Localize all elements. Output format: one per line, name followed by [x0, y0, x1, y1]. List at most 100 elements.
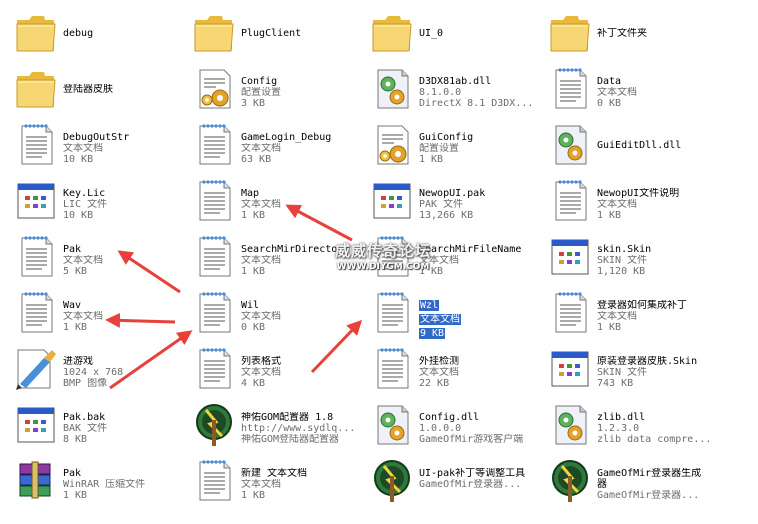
file-item[interactable]: GameLogin_Debug 文本文档 63 KB: [178, 120, 354, 174]
file-item[interactable]: PlugClient: [178, 8, 354, 62]
file-name: 原装登录器皮肤.Skin: [597, 356, 698, 367]
file-item-text: zlib.dll 1.2.3.0 zlib data compre...: [597, 412, 709, 445]
file-item[interactable]: skin.Skin SKIN 文件 1,120 KB: [534, 232, 710, 286]
file-item[interactable]: Wil 文本文档 0 KB: [178, 288, 354, 342]
file-item-text: Config.dll 1.0.0.0 GameOfMir游戏客户端: [419, 412, 531, 445]
file-item[interactable]: SearchMirDirectory 文本文档 1 KB: [178, 232, 354, 286]
file-icon-view: debug PlugClient UI_0 补丁文件夹登陆器皮肤 Config 配置设置 3…: [0, 0, 758, 524]
file-item[interactable]: UI-pak补丁等调整工具 GameOfMir登录器...: [356, 456, 532, 510]
file-item[interactable]: debug: [0, 8, 176, 62]
file-item[interactable]: 原装登录器皮肤.Skin SKIN 文件 743 KB: [534, 344, 710, 398]
file-type: 文本文档: [241, 199, 281, 210]
file-size: 22 KB: [419, 378, 450, 389]
file-type: 文本文档: [241, 479, 281, 490]
file-type: SKIN 文件: [597, 367, 648, 378]
app-exe-icon: [370, 456, 414, 504]
file-item[interactable]: 神佑GOM配置器 1.8 http://www.sydlq... 神佑GOM登陆器配…: [178, 400, 354, 454]
file-item[interactable]: Config 配置设置 3 KB: [178, 64, 354, 118]
file-item[interactable]: Wav 文本文档 1 KB: [0, 288, 176, 342]
file-size: 1 KB: [241, 490, 266, 501]
file-type: PAK 文件: [419, 199, 464, 210]
file-item[interactable]: 登录器如何集成补丁 文本文档 1 KB: [534, 288, 710, 342]
text-file-icon: [548, 64, 592, 112]
file-item-text: Wil 文本文档 0 KB: [241, 300, 353, 333]
file-item-text: 进游戏 1024 x 768 BMP 图像: [63, 356, 175, 389]
file-item[interactable]: Config.dll 1.0.0.0 GameOfMir游戏客户端: [356, 400, 532, 454]
file-item-text: SearchMirDirectory 文本文档 1 KB: [241, 244, 353, 277]
file-item-text: SearchMirFileName 文本文档 1 KB: [419, 244, 531, 277]
file-size: 0 KB: [597, 98, 622, 109]
file-item[interactable]: UI_0: [356, 8, 532, 62]
file-item[interactable]: GuiEditDll.dll: [534, 120, 710, 174]
file-name: 新建 文本文档: [241, 468, 308, 479]
file-name: Map: [241, 188, 260, 199]
file-item[interactable]: 登陆器皮肤: [0, 64, 176, 118]
file-item[interactable]: zlib.dll 1.2.3.0 zlib data compre...: [534, 400, 710, 454]
file-item-text: 新建 文本文档 文本文档 1 KB: [241, 468, 353, 501]
file-name: skin.Skin: [597, 244, 652, 255]
config-file-icon: [370, 120, 414, 168]
file-item[interactable]: D3DX81ab.dll 8.1.0.0 DirectX 8.1 D3DX...: [356, 64, 532, 118]
file-item[interactable]: Pak WinRAR 压缩文件 1 KB: [0, 456, 176, 510]
file-name: 进游戏: [63, 356, 93, 367]
file-size: 63 KB: [241, 154, 272, 165]
file-name: GuiEditDll.dll: [597, 140, 682, 151]
file-name: GameOfMir登录器生成器: [597, 468, 702, 490]
file-name: Config.dll: [419, 412, 480, 423]
file-name: D3DX81ab.dll: [419, 76, 492, 87]
window-file-icon: [14, 176, 58, 224]
file-name: 神佑GOM配置器 1.8: [241, 412, 334, 423]
file-item[interactable]: 补丁文件夹: [534, 8, 710, 62]
file-type: 1.0.0.0: [419, 423, 462, 434]
dll-file-icon: [370, 64, 414, 112]
file-item[interactable]: SearchMirFileName 文本文档 1 KB: [356, 232, 532, 286]
file-item[interactable]: Pak.bak BAK 文件 8 KB: [0, 400, 176, 454]
file-name: NewopUI.pak: [419, 188, 486, 199]
text-file-icon: [192, 456, 236, 504]
file-size: 13,266 KB: [419, 210, 474, 221]
file-item[interactable]: GuiConfig 配置设置 1 KB: [356, 120, 532, 174]
file-name: GuiConfig: [419, 132, 474, 143]
file-item-text: UI_0: [419, 28, 531, 39]
file-item[interactable]: Data 文本文档 0 KB: [534, 64, 710, 118]
folder-icon: [192, 8, 236, 56]
file-type: 文本文档: [419, 255, 459, 266]
window-file-icon: [548, 344, 592, 392]
file-item-text: PlugClient: [241, 28, 353, 39]
file-item[interactable]: NewopUI文件说明 文本文档 1 KB: [534, 176, 710, 230]
app-exe-icon: [548, 456, 592, 504]
file-size: 743 KB: [597, 378, 634, 389]
file-item[interactable]: 外挂检测 文本文档 22 KB: [356, 344, 532, 398]
file-size: 1 KB: [241, 210, 266, 221]
file-item-text: GameOfMir登录器生成器 GameOfMir登录器...: [597, 468, 709, 501]
file-size: 1 KB: [63, 322, 88, 333]
config-file-icon: [192, 64, 236, 112]
file-item[interactable]: GameOfMir登录器生成器 GameOfMir登录器...: [534, 456, 710, 510]
file-item[interactable]: Wzl 文本文档 9 KB: [356, 288, 532, 342]
file-size: 1 KB: [419, 154, 444, 165]
file-item[interactable]: DebugOutStr 文本文档 10 KB: [0, 120, 176, 174]
text-file-icon: [548, 176, 592, 224]
file-type: 配置设置: [419, 143, 459, 154]
file-type: 文本文档: [241, 255, 281, 266]
file-item-text: 外挂检测 文本文档 22 KB: [419, 356, 531, 389]
file-name: Key.Lic: [63, 188, 106, 199]
file-item[interactable]: Pak 文本文档 5 KB: [0, 232, 176, 286]
file-item[interactable]: Map 文本文档 1 KB: [178, 176, 354, 230]
text-file-icon: [14, 232, 58, 280]
file-name: 登陆器皮肤: [63, 84, 113, 95]
file-size: 9 KB: [419, 328, 446, 339]
file-item-text: Wav 文本文档 1 KB: [63, 300, 175, 333]
file-name: Config: [241, 76, 278, 87]
file-size: 5 KB: [63, 266, 88, 277]
file-type: GameOfMir登录器...: [419, 479, 522, 490]
file-item-text: Pak 文本文档 5 KB: [63, 244, 175, 277]
file-item[interactable]: Key.Lic LIC 文件 10 KB: [0, 176, 176, 230]
file-item[interactable]: 新建 文本文档 文本文档 1 KB: [178, 456, 354, 510]
file-item[interactable]: 进游戏 1024 x 768 BMP 图像: [0, 344, 176, 398]
file-name: Pak: [63, 468, 82, 479]
file-size: 8 KB: [63, 434, 88, 445]
file-item[interactable]: NewopUI.pak PAK 文件 13,266 KB: [356, 176, 532, 230]
file-item[interactable]: 列表格式 文本文档 4 KB: [178, 344, 354, 398]
file-item-text: Config 配置设置 3 KB: [241, 76, 353, 109]
